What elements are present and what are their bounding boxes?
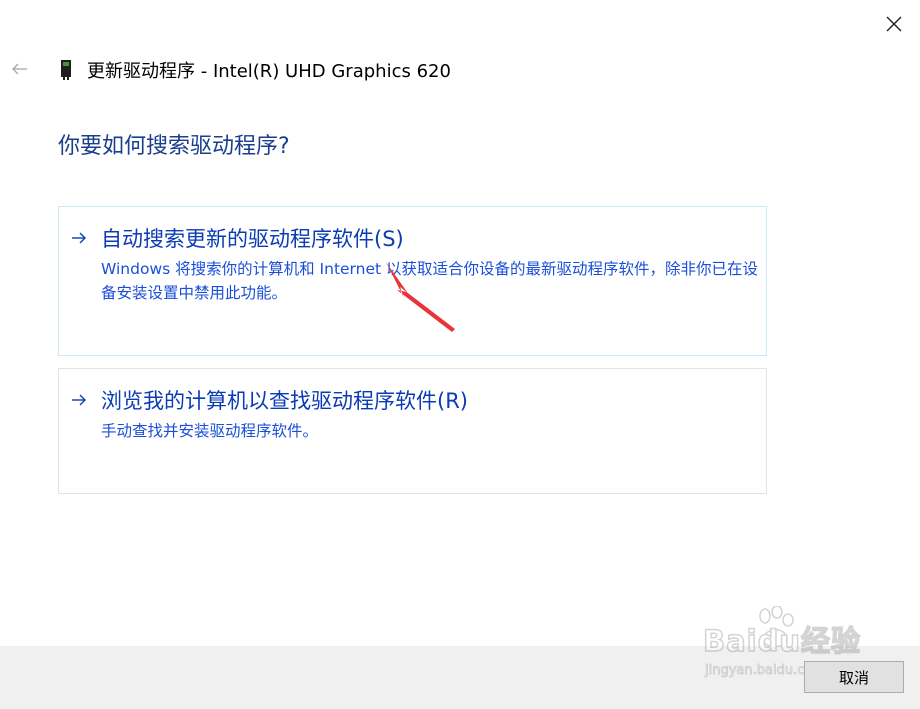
browse-title: 浏览我的计算机以查找驱动程序软件(R) [101,389,468,413]
paw-logo-icon [759,606,794,648]
window-title: 更新驱动程序 - Intel(R) UHD Graphics 620 [87,61,451,82]
browse-description: 手动查找并安装驱动程序软件。 [101,422,319,440]
right-arrow-icon [69,228,89,248]
dialog-footer [0,646,920,709]
browse-computer-option[interactable]: 浏览我的计算机以查找驱动程序软件(R) 手动查找并安装驱动程序软件。 [58,368,767,494]
page-heading: 你要如何搜索驱动程序? [58,134,290,159]
auto-search-option[interactable]: 自动搜索更新的驱动程序软件(S) Windows 将搜索你的计算机和 Inter… [58,206,767,356]
right-arrow-icon [69,390,89,410]
close-icon [886,16,902,32]
auto-search-title: 自动搜索更新的驱动程序软件(S) [101,227,404,251]
close-button[interactable] [878,8,910,40]
window-title-bar: 更新驱动程序 - Intel(R) UHD Graphics 620 [58,56,451,84]
auto-search-title-row: 自动搜索更新的驱动程序软件(S) [69,223,404,253]
cancel-button[interactable]: 取消 [804,661,904,693]
browse-title-row: 浏览我的计算机以查找驱动程序软件(R) [69,385,468,415]
back-arrow-icon [12,63,27,75]
display-adapter-icon [58,58,74,82]
back-button[interactable] [6,55,34,83]
auto-search-description: Windows 将搜索你的计算机和 Internet 以获取适合你设备的最新驱动… [101,260,759,302]
